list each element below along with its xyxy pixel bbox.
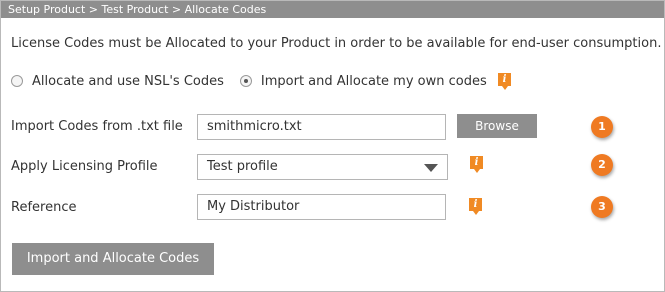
chevron-down-icon (424, 164, 438, 172)
info-icon[interactable]: i (469, 198, 482, 215)
step-badge-3: 3 (591, 196, 613, 218)
breadcrumb: Setup Product > Test Product > Allocate … (1, 1, 664, 18)
info-icon[interactable]: i (498, 73, 511, 90)
browse-button[interactable]: Browse (457, 114, 537, 138)
radio-import-own-codes[interactable] (239, 75, 252, 87)
import-and-allocate-button[interactable]: Import and Allocate Codes (12, 243, 214, 275)
radio-allocate-nsl-codes[interactable] (11, 75, 23, 87)
licensing-profile-label: Apply Licensing Profile (11, 159, 158, 174)
radio-import-own-codes-label[interactable]: Import and Allocate my own codes (261, 74, 487, 89)
allocation-options: Allocate and use NSL's Codes Import and … (11, 73, 487, 89)
import-codes-label: Import Codes from .txt file (11, 119, 183, 134)
step-badge-2: 2 (591, 154, 613, 176)
intro-text: License Codes must be Allocated to your … (11, 36, 662, 51)
info-icon[interactable]: i (470, 156, 483, 173)
licensing-profile-select[interactable]: Test profile (197, 154, 448, 180)
step-badge-1: 1 (591, 116, 613, 138)
allocate-codes-panel: Setup Product > Test Product > Allocate … (0, 0, 665, 292)
reference-label: Reference (11, 200, 77, 215)
reference-field[interactable]: My Distributor (197, 194, 446, 220)
licensing-profile-selected-value: Test profile (207, 159, 278, 174)
import-codes-file-field[interactable]: smithmicro.txt (197, 114, 446, 140)
radio-allocate-nsl-codes-label[interactable]: Allocate and use NSL's Codes (32, 74, 224, 89)
